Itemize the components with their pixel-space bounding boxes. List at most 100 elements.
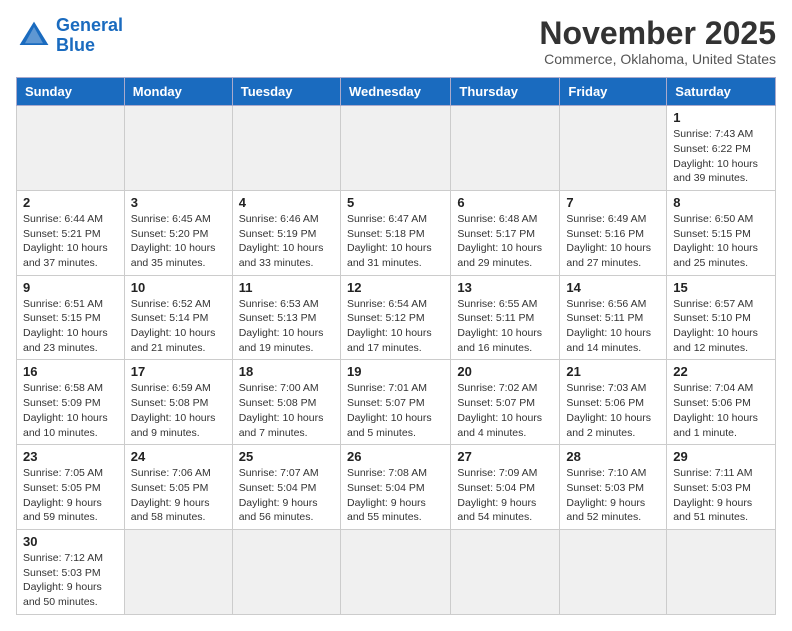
- calendar-cell: [340, 529, 450, 614]
- day-number: 24: [131, 449, 226, 464]
- logo-text: General Blue: [56, 16, 123, 56]
- day-number: 18: [239, 364, 334, 379]
- calendar-cell: 24Sunrise: 7:06 AM Sunset: 5:05 PM Dayli…: [124, 445, 232, 530]
- calendar-cell: 18 Sunrise: 7:00 AM Sunset: 5:08 PM Dayli…: [232, 360, 340, 445]
- calendar-cell: 8Sunrise: 6:50 AM Sunset: 5:15 PM Daylig…: [667, 190, 776, 275]
- calendar-cell: 15 Sunrise: 6:57 AM Sunset: 5:10 PM Dayli…: [667, 275, 776, 360]
- calendar-week-row: 9 Sunrise: 6:51 AM Sunset: 5:15 PM Daylig…: [17, 275, 776, 360]
- day-number: 27: [457, 449, 553, 464]
- calendar-header-friday: Friday: [560, 78, 667, 106]
- day-number: 3: [131, 195, 226, 210]
- calendar-cell: [124, 529, 232, 614]
- day-info: Sunrise: 7:02 AM Sunset: 5:07 PM Dayligh…: [457, 381, 553, 440]
- day-number: 16: [23, 364, 118, 379]
- calendar-cell: 6Sunrise: 6:48 AM Sunset: 5:17 PM Daylig…: [451, 190, 560, 275]
- calendar-cell: [451, 106, 560, 191]
- calendar-cell: 23 Sunrise: 7:05 AM Sunset: 5:05 PM Dayli…: [17, 445, 125, 530]
- calendar-header-monday: Monday: [124, 78, 232, 106]
- day-info: Sunrise: 6:52 AM Sunset: 5:14 PM Dayligh…: [131, 297, 226, 356]
- day-number: 7: [566, 195, 660, 210]
- day-number: 8: [673, 195, 769, 210]
- day-info: Sunrise: 7:07 AM Sunset: 5:04 PM Dayligh…: [239, 466, 334, 525]
- logo-icon: [16, 18, 52, 54]
- day-number: 14: [566, 280, 660, 295]
- day-number: 15: [673, 280, 769, 295]
- calendar-cell: 10 Sunrise: 6:52 AM Sunset: 5:14 PM Dayli…: [124, 275, 232, 360]
- logo-blue: Blue: [56, 35, 95, 55]
- day-number: 20: [457, 364, 553, 379]
- day-number: 5: [347, 195, 444, 210]
- calendar-cell: 30 Sunrise: 7:12 AM Sunset: 5:03 PM Dayli…: [17, 529, 125, 614]
- calendar-cell: 9 Sunrise: 6:51 AM Sunset: 5:15 PM Daylig…: [17, 275, 125, 360]
- calendar-cell: [17, 106, 125, 191]
- day-info: Sunrise: 6:59 AM Sunset: 5:08 PM Dayligh…: [131, 381, 226, 440]
- title-area: November 2025 Commerce, Oklahoma, United…: [539, 16, 776, 67]
- calendar-cell: 29Sunrise: 7:11 AM Sunset: 5:03 PM Dayli…: [667, 445, 776, 530]
- calendar-header-thursday: Thursday: [451, 78, 560, 106]
- day-info: Sunrise: 7:00 AM Sunset: 5:08 PM Dayligh…: [239, 381, 334, 440]
- calendar-cell: [232, 106, 340, 191]
- day-info: Sunrise: 7:11 AM Sunset: 5:03 PM Dayligh…: [673, 466, 769, 525]
- day-info: Sunrise: 6:45 AM Sunset: 5:20 PM Dayligh…: [131, 212, 226, 271]
- day-info: Sunrise: 6:58 AM Sunset: 5:09 PM Dayligh…: [23, 381, 118, 440]
- calendar-cell: [124, 106, 232, 191]
- header: General Blue November 2025 Commerce, Okl…: [16, 16, 776, 67]
- month-title: November 2025: [539, 16, 776, 51]
- day-info: Sunrise: 7:43 AM Sunset: 6:22 PM Dayligh…: [673, 127, 769, 186]
- day-info: Sunrise: 6:53 AM Sunset: 5:13 PM Dayligh…: [239, 297, 334, 356]
- calendar-cell: 13Sunrise: 6:55 AM Sunset: 5:11 PM Dayli…: [451, 275, 560, 360]
- day-number: 22: [673, 364, 769, 379]
- logo-general: General: [56, 15, 123, 35]
- day-info: Sunrise: 6:56 AM Sunset: 5:11 PM Dayligh…: [566, 297, 660, 356]
- day-number: 9: [23, 280, 118, 295]
- calendar-cell: [560, 529, 667, 614]
- day-info: Sunrise: 7:12 AM Sunset: 5:03 PM Dayligh…: [23, 551, 118, 610]
- calendar-week-row: 2 Sunrise: 6:44 AM Sunset: 5:21 PM Daylig…: [17, 190, 776, 275]
- calendar-cell: [560, 106, 667, 191]
- calendar-week-row: 1Sunrise: 7:43 AM Sunset: 6:22 PM Daylig…: [17, 106, 776, 191]
- calendar-cell: 26 Sunrise: 7:08 AM Sunset: 5:04 PM Dayli…: [340, 445, 450, 530]
- day-info: Sunrise: 6:44 AM Sunset: 5:21 PM Dayligh…: [23, 212, 118, 271]
- day-number: 30: [23, 534, 118, 549]
- calendar-week-row: 16 Sunrise: 6:58 AM Sunset: 5:09 PM Dayli…: [17, 360, 776, 445]
- day-number: 26: [347, 449, 444, 464]
- day-number: 4: [239, 195, 334, 210]
- calendar-cell: [232, 529, 340, 614]
- day-info: Sunrise: 6:48 AM Sunset: 5:17 PM Dayligh…: [457, 212, 553, 271]
- calendar-cell: 17 Sunrise: 6:59 AM Sunset: 5:08 PM Dayli…: [124, 360, 232, 445]
- calendar: SundayMondayTuesdayWednesdayThursdayFrid…: [16, 77, 776, 615]
- day-number: 19: [347, 364, 444, 379]
- day-info: Sunrise: 7:03 AM Sunset: 5:06 PM Dayligh…: [566, 381, 660, 440]
- day-info: Sunrise: 7:08 AM Sunset: 5:04 PM Dayligh…: [347, 466, 444, 525]
- day-info: Sunrise: 7:09 AM Sunset: 5:04 PM Dayligh…: [457, 466, 553, 525]
- calendar-header-wednesday: Wednesday: [340, 78, 450, 106]
- calendar-cell: 14 Sunrise: 6:56 AM Sunset: 5:11 PM Dayli…: [560, 275, 667, 360]
- calendar-cell: 5 Sunrise: 6:47 AM Sunset: 5:18 PM Daylig…: [340, 190, 450, 275]
- calendar-cell: [451, 529, 560, 614]
- day-info: Sunrise: 6:51 AM Sunset: 5:15 PM Dayligh…: [23, 297, 118, 356]
- calendar-cell: 3 Sunrise: 6:45 AM Sunset: 5:20 PM Daylig…: [124, 190, 232, 275]
- day-number: 17: [131, 364, 226, 379]
- calendar-header-tuesday: Tuesday: [232, 78, 340, 106]
- day-info: Sunrise: 6:57 AM Sunset: 5:10 PM Dayligh…: [673, 297, 769, 356]
- calendar-week-row: 30 Sunrise: 7:12 AM Sunset: 5:03 PM Dayli…: [17, 529, 776, 614]
- location-title: Commerce, Oklahoma, United States: [539, 51, 776, 67]
- day-number: 28: [566, 449, 660, 464]
- day-info: Sunrise: 6:49 AM Sunset: 5:16 PM Dayligh…: [566, 212, 660, 271]
- day-number: 2: [23, 195, 118, 210]
- page-container: General Blue November 2025 Commerce, Okl…: [16, 16, 776, 615]
- calendar-cell: 28 Sunrise: 7:10 AM Sunset: 5:03 PM Dayli…: [560, 445, 667, 530]
- day-number: 10: [131, 280, 226, 295]
- day-info: Sunrise: 7:05 AM Sunset: 5:05 PM Dayligh…: [23, 466, 118, 525]
- day-number: 23: [23, 449, 118, 464]
- calendar-cell: 7 Sunrise: 6:49 AM Sunset: 5:16 PM Daylig…: [560, 190, 667, 275]
- day-info: Sunrise: 7:10 AM Sunset: 5:03 PM Dayligh…: [566, 466, 660, 525]
- day-info: Sunrise: 6:47 AM Sunset: 5:18 PM Dayligh…: [347, 212, 444, 271]
- day-info: Sunrise: 7:04 AM Sunset: 5:06 PM Dayligh…: [673, 381, 769, 440]
- calendar-cell: 2 Sunrise: 6:44 AM Sunset: 5:21 PM Daylig…: [17, 190, 125, 275]
- calendar-cell: 25Sunrise: 7:07 AM Sunset: 5:04 PM Dayli…: [232, 445, 340, 530]
- calendar-cell: 12Sunrise: 6:54 AM Sunset: 5:12 PM Dayli…: [340, 275, 450, 360]
- calendar-cell: 19Sunrise: 7:01 AM Sunset: 5:07 PM Dayli…: [340, 360, 450, 445]
- calendar-cell: 22 Sunrise: 7:04 AM Sunset: 5:06 PM Dayli…: [667, 360, 776, 445]
- calendar-cell: 1Sunrise: 7:43 AM Sunset: 6:22 PM Daylig…: [667, 106, 776, 191]
